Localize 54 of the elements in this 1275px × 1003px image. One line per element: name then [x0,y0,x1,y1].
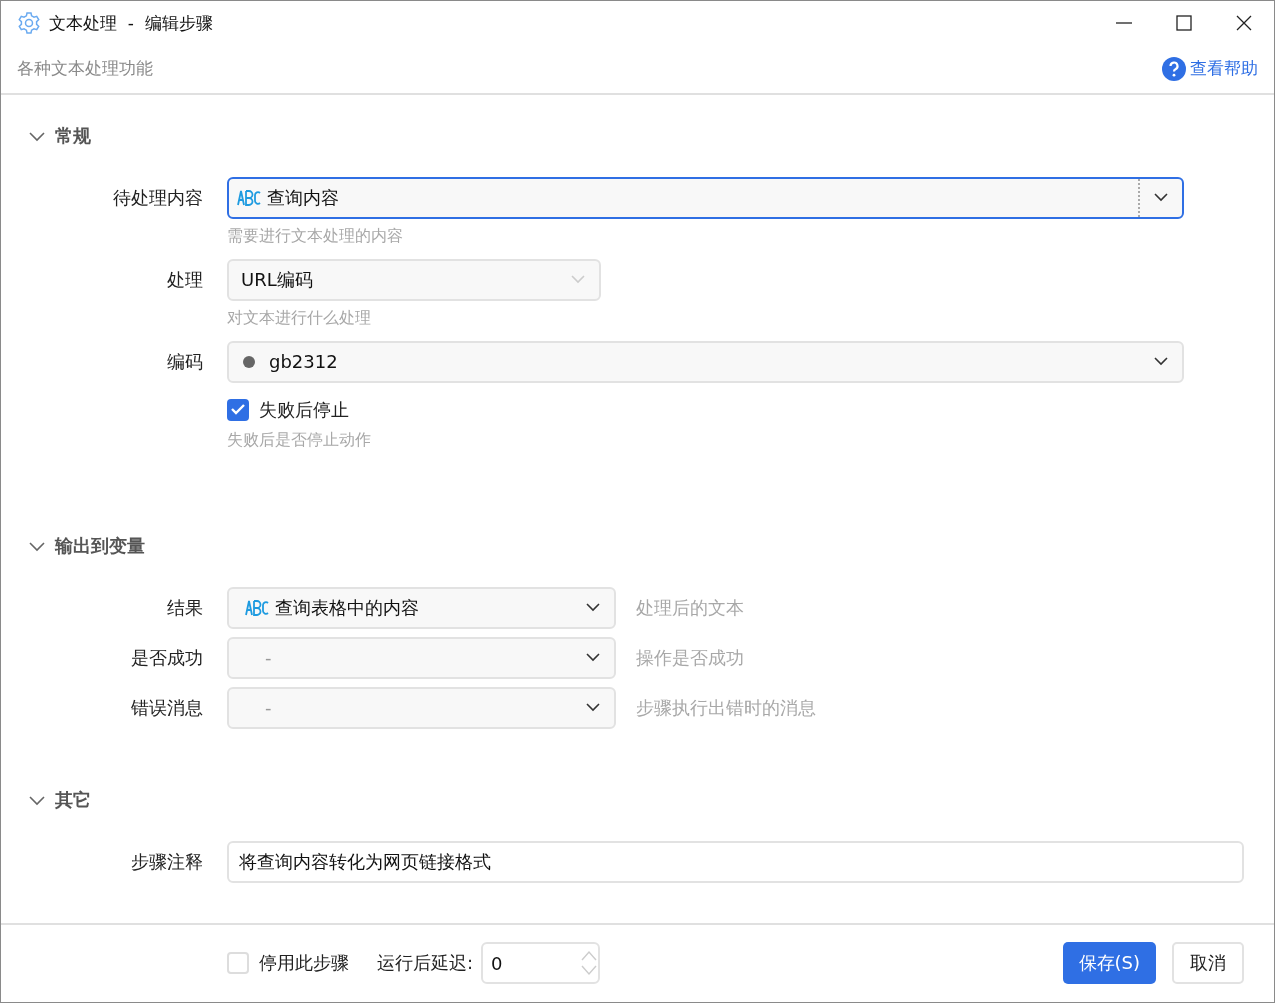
section-header[interactable]: 常规 [1,116,1274,155]
help-icon [1162,56,1186,81]
select-value: URL编码 [240,267,314,292]
field-hint: 对文本进行什么处理 [227,308,372,327]
maximize-icon [1176,15,1192,31]
chevron-down-icon [586,653,600,663]
variable-select[interactable]: 查询内容 [227,176,1184,219]
field-hint: 需要进行文本处理的内容 [227,226,404,245]
select-value: 查询表格中的内容 [275,595,420,620]
window-title: 文本处理 - 编辑步骤 [49,11,214,35]
variable-select[interactable]: 查询表格中的内容 [227,586,616,629]
text-variable-icon [245,599,269,616]
checkbox[interactable] [227,952,249,975]
dropdown-select[interactable]: gb2312 [227,340,1184,383]
chevron-down-icon [571,275,585,285]
checkbox-label: 失败后停止 [259,397,349,422]
spinner-arrows-icon [580,949,599,978]
close-icon [1236,15,1252,31]
text-variable-icon [237,189,261,206]
cancel-button[interactable]: 取消 [1172,942,1244,985]
field-label: 是否成功 [130,645,203,670]
select-placeholder: - [265,697,273,719]
field-description: 处理后的文本 [636,595,744,620]
comment-input[interactable]: 将查询内容转化为网页链接格式 [227,840,1244,883]
chevron-down-icon [586,703,600,713]
select-value: 查询内容 [267,185,340,210]
field-label: 步骤注释 [130,849,203,874]
help-link[interactable]: 查看帮助 [1162,56,1258,81]
subtitle: 各种文本处理功能 [17,57,153,81]
checkbox[interactable] [227,398,249,421]
dropdown-select[interactable]: URL编码 [227,258,601,301]
minimize-icon [1116,22,1132,24]
field-description: 步骤执行出错时的消息 [636,695,816,720]
select-placeholder: - [265,647,273,669]
field-label: 错误消息 [130,695,203,720]
section-header[interactable]: 其它 [1,780,1274,819]
section-header[interactable]: 输出到变量 [1,526,1274,565]
field-description: 操作是否成功 [636,645,744,670]
number-spinner[interactable]: 0 [481,942,601,985]
delay-label: 运行后延迟: [377,951,474,976]
bullet-icon [243,355,255,368]
field-label: 处理 [166,267,203,292]
field-label: 编码 [166,349,203,374]
field-label: 待处理内容 [112,185,203,210]
save-button[interactable]: 保存(S) [1062,942,1156,985]
field-hint: 失败后是否停止动作 [227,430,372,449]
checkbox-label: 停用此步骤 [259,951,349,976]
check-icon [231,404,245,416]
chevron-down-icon [1154,193,1168,203]
chevron-down-icon [1154,357,1168,367]
select-value: gb2312 [269,351,339,373]
chevron-down-icon [586,603,600,613]
gear-icon [17,11,41,35]
field-label: 结果 [166,595,203,620]
